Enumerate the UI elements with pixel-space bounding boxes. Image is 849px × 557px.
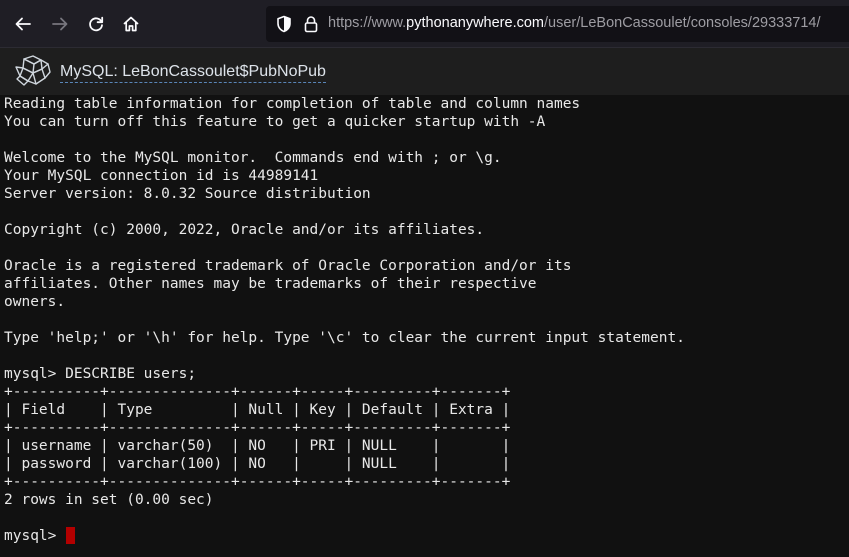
back-arrow-icon (15, 17, 31, 31)
terminal-line: Your MySQL connection id is 44989141 (4, 168, 319, 184)
forward-button[interactable] (45, 9, 75, 39)
reload-icon (89, 16, 104, 32)
terminal-line: 2 rows in set (0.00 sec) (4, 492, 214, 508)
terminal-line: Type 'help;' or '\h' for help. Type '\c'… (4, 330, 685, 346)
table-row: | username | varchar(50) | NO | PRI | NU… (4, 438, 511, 454)
address-bar[interactable]: https://www.pythonanywhere.com/user/LeBo… (266, 6, 849, 42)
shield-icon[interactable] (274, 14, 294, 34)
terminal[interactable]: Reading table information for completion… (0, 95, 849, 557)
reload-button[interactable] (81, 9, 111, 39)
terminal-line: owners. (4, 294, 66, 310)
console-header: MySQL: LeBonCassoulet$PubNoPub (0, 48, 849, 95)
pythonanywhere-logo-icon (15, 55, 51, 86)
terminal-line: Server version: 8.0.32 Source distributi… (4, 186, 371, 202)
home-button[interactable] (116, 9, 146, 39)
browser-toolbar: https://www.pythonanywhere.com/user/LeBo… (0, 0, 849, 48)
terminal-line: You can turn off this feature to get a q… (4, 114, 546, 130)
table-header-row: | Field | Type | Null | Key | Default | … (4, 402, 511, 418)
home-icon (123, 16, 139, 32)
terminal-output: Reading table information for completion… (4, 95, 685, 545)
forward-arrow-icon (52, 17, 68, 31)
terminal-line: affiliates. Other names may be trademark… (4, 276, 537, 292)
terminal-line: Oracle is a registered trademark of Orac… (4, 258, 572, 274)
prompt-line[interactable]: mysql> (4, 527, 685, 545)
back-button[interactable] (8, 9, 38, 39)
terminal-cursor (66, 527, 76, 544)
mysql-prompt: mysql> (4, 528, 66, 544)
terminal-line: Copyright (c) 2000, 2022, Oracle and/or … (4, 222, 485, 238)
table-border-line: +----------+--------------+------+-----+… (4, 420, 511, 436)
table-row: | password | varchar(100) | NO | | NULL … (4, 456, 511, 472)
terminal-line: Welcome to the MySQL monitor. Commands e… (4, 150, 502, 166)
url-prefix: https://www. (328, 15, 407, 31)
table-border-line: +----------+--------------+------+-----+… (4, 384, 511, 400)
table-border-line: +----------+--------------+------+-----+… (4, 474, 511, 490)
url-path: /user/LeBonCassoulet/consoles/29333714/ (544, 15, 821, 31)
terminal-line: Reading table information for completion… (4, 96, 581, 112)
console-title[interactable]: MySQL: LeBonCassoulet$PubNoPub (60, 62, 326, 83)
url-host: pythonanywhere.com (406, 15, 544, 31)
terminal-line: mysql> DESCRIBE users; (4, 366, 197, 382)
lock-icon[interactable] (301, 14, 321, 34)
url-text[interactable]: https://www.pythonanywhere.com/user/LeBo… (328, 15, 821, 31)
